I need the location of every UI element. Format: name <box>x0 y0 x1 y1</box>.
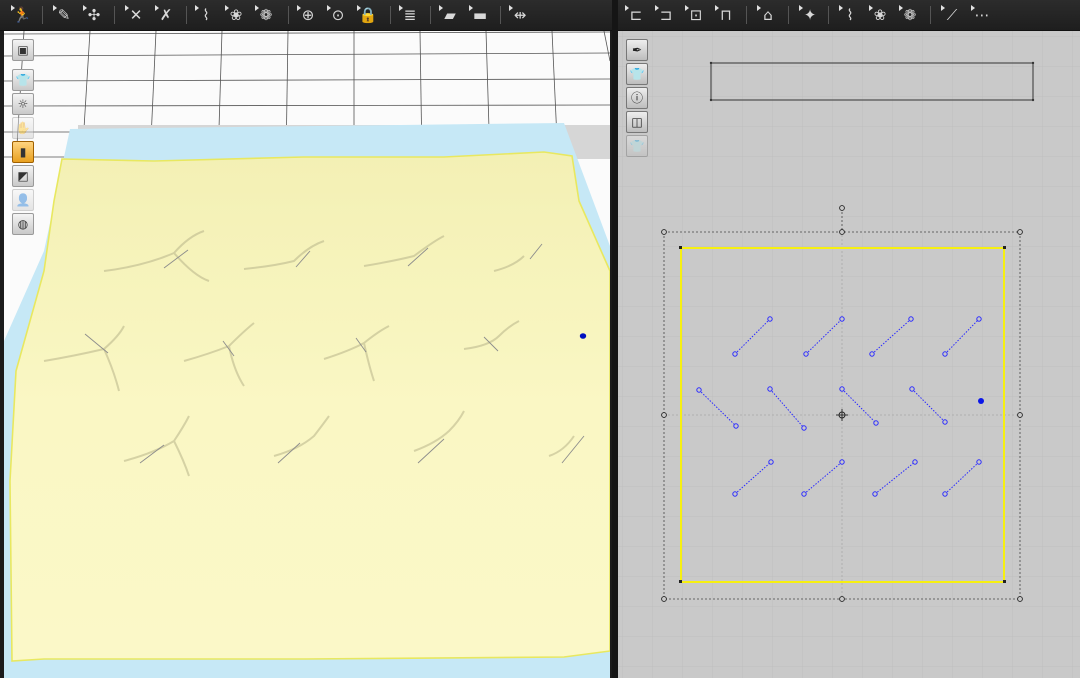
texture-2d-icon[interactable]: ◫ <box>626 111 648 133</box>
pin-marker-3d[interactable] <box>579 333 587 339</box>
zipper-icon[interactable]: ≣ <box>398 4 422 26</box>
3d-garment-window[interactable]: ▣ 👕 ☼ ✋ ▮ ◩ 👤 ◍ <box>4 31 610 678</box>
tool-option-marker <box>839 5 843 11</box>
tool-option-marker <box>11 5 15 11</box>
toolbar-separator <box>186 6 187 24</box>
fold-pattern-icon[interactable]: ⌇ <box>838 4 862 26</box>
seam-icon[interactable]: ⊏ <box>624 4 648 26</box>
3d-scene[interactable] <box>4 31 610 678</box>
tool-option-marker <box>971 5 975 11</box>
toolbar-separator <box>746 6 747 24</box>
fold-icon[interactable]: ⌇ <box>194 4 218 26</box>
wireframe-icon[interactable]: ◩ <box>12 165 34 187</box>
segment-seam-icon[interactable]: ⊐ <box>654 4 678 26</box>
toolbar-separator <box>390 6 391 24</box>
tack-icon[interactable]: ✕ <box>124 4 148 26</box>
tool-option-marker <box>757 5 761 11</box>
tool-option-marker <box>125 5 129 11</box>
puckering-icon[interactable]: ▰ <box>438 4 462 26</box>
tool-option-marker <box>53 5 57 11</box>
scale-handle-tl[interactable] <box>661 229 667 235</box>
pattern-toolbar: ⊏ ⊐ ⊡ ⊓ ⌂ ✦ ⌇ ❀ ❁ ⟋ ⋯ <box>618 0 1080 31</box>
tack-on-avatar-icon[interactable]: ⊓ <box>714 4 738 26</box>
scale-handle-tr[interactable] <box>1017 229 1023 235</box>
scale-handle-mr[interactable] <box>1017 412 1023 418</box>
tool-option-marker <box>225 5 229 11</box>
fold-arrange-2d-icon[interactable]: ❀ <box>868 4 892 26</box>
fold-arrange-icon[interactable]: ❀ <box>224 4 248 26</box>
simulation-icon[interactable]: 🏃 <box>10 4 34 26</box>
scale-handle-ml[interactable] <box>661 412 667 418</box>
tool-option-marker <box>155 5 159 11</box>
rotate-handle[interactable] <box>839 205 845 211</box>
button-lock-icon[interactable]: 🔒 <box>356 4 380 26</box>
pattern-canvas[interactable] <box>618 31 1080 678</box>
scale-handle-bl[interactable] <box>661 596 667 602</box>
shirring-icon[interactable]: ❁ <box>898 4 922 26</box>
grid-globe-icon[interactable]: ◍ <box>12 213 34 235</box>
tool-option-marker <box>899 5 903 11</box>
toolbar-separator <box>930 6 931 24</box>
measure-icon[interactable]: ⇹ <box>508 4 532 26</box>
tool-option-marker <box>327 5 331 11</box>
pattern-display-icon[interactable]: 👕 <box>626 63 648 85</box>
shading-icon[interactable]: ✋ <box>12 117 34 139</box>
buttonhole-icon[interactable]: ⊙ <box>326 4 350 26</box>
simulation-toolbar: 🏃 ✎ ✣ ✕ ✗ ⌇ ❀ ❁ ⊕ ⊙ 🔒 ≣ ▰ ▬ ⇹ <box>0 0 612 31</box>
tool-option-marker <box>469 5 473 11</box>
toolbar-separator <box>500 6 501 24</box>
tool-option-marker <box>83 5 87 11</box>
2d-pattern-window[interactable]: ✒ 👕 ⓘ ◫ 👕 <box>618 31 1080 678</box>
toolbar-separator <box>42 6 43 24</box>
free-seam-icon[interactable]: ⊡ <box>684 4 708 26</box>
shirt-fold-icon[interactable]: ❁ <box>254 4 278 26</box>
tack-arrange-icon[interactable]: ✗ <box>154 4 178 26</box>
avatar-silhouette-icon[interactable]: 👤 <box>12 189 34 211</box>
toolbar-separator <box>430 6 431 24</box>
toolbar-separator <box>114 6 115 24</box>
tool-option-marker <box>799 5 803 11</box>
toolbar-separator <box>828 6 829 24</box>
brush-icon[interactable]: ✒ <box>626 39 648 61</box>
tool-option-marker <box>195 5 199 11</box>
tool-option-marker <box>399 5 403 11</box>
tool-option-marker <box>869 5 873 11</box>
tool-option-marker <box>715 5 719 11</box>
topstitch-icon[interactable]: ✦ <box>798 4 822 26</box>
lock-2d-icon[interactable]: 👕 <box>626 135 648 157</box>
scale-handle-tc[interactable] <box>839 229 845 235</box>
fabric-panel[interactable] <box>9 151 610 662</box>
garment-display-icon[interactable]: 👕 <box>12 69 34 91</box>
pin-icon[interactable]: ✣ <box>82 4 106 26</box>
tool-option-marker <box>685 5 689 11</box>
tool-option-marker <box>439 5 443 11</box>
button-icon[interactable]: ⊕ <box>296 4 320 26</box>
tool-option-marker <box>255 5 259 11</box>
avatar-display-icon[interactable]: ▣ <box>12 39 34 61</box>
tool-option-marker <box>655 5 659 11</box>
pattern-grid <box>618 31 1080 678</box>
toolbar-separator <box>288 6 289 24</box>
tool-option-marker <box>625 5 629 11</box>
tool-option-marker <box>941 5 945 11</box>
pin-marker-2d[interactable] <box>978 398 984 404</box>
select-mesh-icon[interactable]: ✎ <box>52 4 76 26</box>
tool-option-marker <box>357 5 361 11</box>
toolbar-separator <box>788 6 789 24</box>
thickness-icon[interactable]: ▬ <box>468 4 492 26</box>
info-icon[interactable]: ⓘ <box>626 87 648 109</box>
tool-option-marker <box>297 5 301 11</box>
scale-handle-bc[interactable] <box>839 596 845 602</box>
tool-option-marker <box>509 5 513 11</box>
steam-iron-icon[interactable]: ⌂ <box>756 4 780 26</box>
pins-display-icon[interactable]: ☼ <box>12 93 34 115</box>
scale-handle-br[interactable] <box>1017 596 1023 602</box>
dart-line-icon[interactable]: ⋯ <box>970 4 994 26</box>
texture-icon[interactable]: ▮ <box>12 141 34 163</box>
internal-line-icon[interactable]: ⟋ <box>940 4 964 26</box>
